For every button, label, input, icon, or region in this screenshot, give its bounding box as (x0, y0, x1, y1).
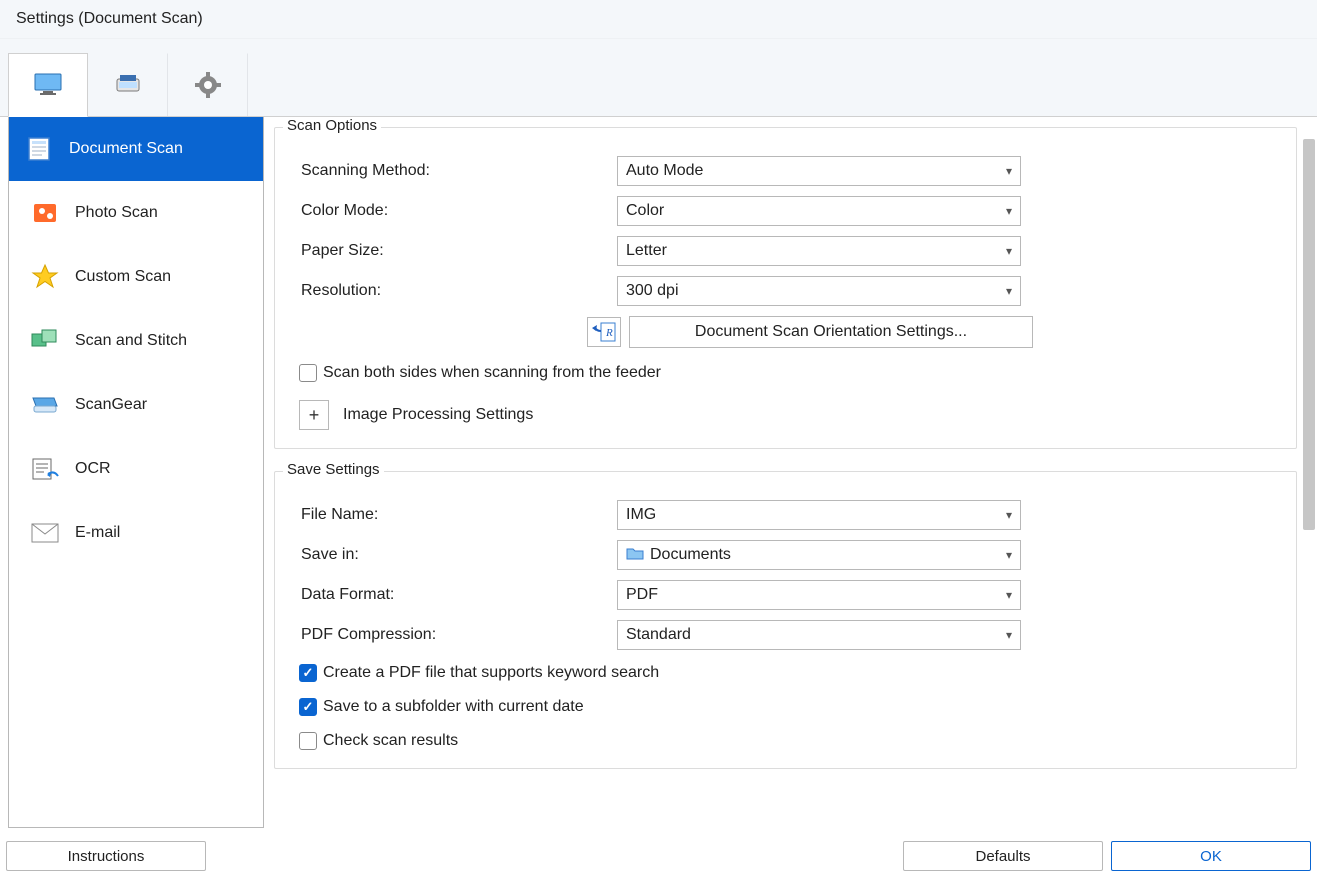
pdf-keyword-checkbox[interactable]: ✓ Create a PDF file that supports keywor… (299, 664, 1274, 682)
chevron-down-icon: ▾ (1006, 164, 1012, 178)
orientation-settings-button[interactable]: Document Scan Orientation Settings... (629, 316, 1033, 348)
scan-stitch-icon (29, 325, 61, 357)
pdf-compression-label: PDF Compression: (297, 626, 617, 644)
file-name-value: IMG (626, 506, 656, 524)
paper-size-value: Letter (626, 242, 667, 260)
chevron-down-icon: ▾ (1006, 204, 1012, 218)
subfolder-label: Save to a subfolder with current date (323, 698, 584, 716)
file-name-label: File Name: (297, 506, 617, 524)
folder-icon (626, 546, 644, 565)
checkbox-checked-icon: ✓ (299, 698, 317, 716)
scan-both-sides-label: Scan both sides when scanning from the f… (323, 364, 661, 382)
sidebar-item-scangear[interactable]: ScanGear (9, 373, 263, 437)
color-mode-value: Color (626, 202, 664, 220)
check-scan-results-checkbox[interactable]: Check scan results (299, 732, 1274, 750)
paper-size-label: Paper Size: (297, 242, 617, 260)
ok-button[interactable]: OK (1111, 841, 1311, 871)
color-mode-label: Color Mode: (297, 202, 617, 220)
pdf-keyword-label: Create a PDF file that supports keyword … (323, 664, 659, 682)
resolution-select[interactable]: 300 dpi ▾ (617, 276, 1021, 306)
image-processing-label: Image Processing Settings (343, 406, 533, 424)
image-processing-expand-button[interactable]: + (299, 400, 329, 430)
ocr-icon (29, 453, 61, 485)
sidebar-item-photo-scan[interactable]: Photo Scan (9, 181, 263, 245)
file-name-select[interactable]: IMG ▾ (617, 500, 1021, 530)
chevron-down-icon: ▾ (1006, 628, 1012, 642)
checkbox-checked-icon: ✓ (299, 664, 317, 682)
sidebar-item-label: Photo Scan (75, 204, 158, 222)
resolution-label: Resolution: (297, 282, 617, 300)
footer: Instructions Defaults OK (0, 832, 1317, 880)
document-scan-icon (23, 133, 55, 165)
scanning-method-value: Auto Mode (626, 162, 703, 180)
defaults-button[interactable]: Defaults (903, 841, 1103, 871)
save-in-select[interactable]: Documents ▾ (617, 540, 1021, 570)
checkbox-unchecked-icon (299, 732, 317, 750)
save-settings-title: Save Settings (283, 461, 384, 478)
pdf-compression-select[interactable]: Standard ▾ (617, 620, 1021, 650)
check-scan-results-label: Check scan results (323, 732, 458, 750)
instructions-button[interactable]: Instructions (6, 841, 206, 871)
sidebar-item-label: OCR (75, 460, 111, 478)
color-mode-select[interactable]: Color ▾ (617, 196, 1021, 226)
top-tabs (0, 39, 1317, 117)
window-title: Settings (Document Scan) (0, 0, 1317, 39)
sidebar-item-scan-stitch[interactable]: Scan and Stitch (9, 309, 263, 373)
chevron-down-icon: ▾ (1006, 588, 1012, 602)
sidebar-item-label: E-mail (75, 524, 120, 542)
chevron-down-icon: ▾ (1006, 244, 1012, 258)
sidebar: Document Scan Photo Scan Custom Scan Sca… (8, 117, 264, 828)
scrollbar-thumb[interactable] (1303, 139, 1315, 530)
scan-options-group: Scan Options Scanning Method: Auto Mode … (274, 127, 1297, 449)
sidebar-item-email[interactable]: E-mail (9, 501, 263, 565)
scanning-method-select[interactable]: Auto Mode ▾ (617, 156, 1021, 186)
scanning-method-label: Scanning Method: (297, 162, 617, 180)
paper-size-select[interactable]: Letter ▾ (617, 236, 1021, 266)
scanner-icon (112, 69, 144, 101)
sidebar-item-label: ScanGear (75, 396, 147, 414)
photo-scan-icon (29, 197, 61, 229)
chevron-down-icon: ▾ (1006, 508, 1012, 522)
subfolder-checkbox[interactable]: ✓ Save to a subfolder with current date (299, 698, 1274, 716)
sidebar-item-label: Document Scan (69, 140, 183, 158)
orientation-icon-button[interactable]: R (587, 317, 621, 347)
chevron-down-icon: ▾ (1006, 548, 1012, 562)
monitor-icon (32, 69, 64, 101)
vertical-scrollbar[interactable] (1301, 117, 1317, 832)
save-settings-group: Save Settings File Name: IMG ▾ Save in: (274, 471, 1297, 769)
data-format-label: Data Format: (297, 586, 617, 604)
data-format-select[interactable]: PDF ▾ (617, 580, 1021, 610)
scangear-icon (29, 389, 61, 421)
scan-options-title: Scan Options (283, 117, 381, 134)
chevron-down-icon: ▾ (1006, 284, 1012, 298)
resolution-value: 300 dpi (626, 282, 679, 300)
pdf-compression-value: Standard (626, 626, 691, 644)
save-in-label: Save in: (297, 546, 617, 564)
custom-scan-icon (29, 261, 61, 293)
top-tab-settings[interactable] (168, 53, 248, 117)
save-in-value: Documents (650, 546, 731, 564)
svg-text:R: R (605, 327, 613, 339)
checkbox-unchecked-icon (299, 364, 317, 382)
top-tab-scanner[interactable] (88, 53, 168, 117)
sidebar-item-custom-scan[interactable]: Custom Scan (9, 245, 263, 309)
top-tab-computer[interactable] (8, 53, 88, 117)
main: Document Scan Photo Scan Custom Scan Sca… (0, 116, 1317, 832)
sidebar-item-label: Scan and Stitch (75, 332, 187, 350)
sidebar-item-label: Custom Scan (75, 268, 171, 286)
sidebar-item-document-scan[interactable]: Document Scan (9, 117, 263, 181)
email-icon (29, 517, 61, 549)
gear-icon (192, 69, 224, 101)
content-pane: Scan Options Scanning Method: Auto Mode … (264, 117, 1301, 832)
scan-both-sides-checkbox[interactable]: Scan both sides when scanning from the f… (299, 364, 1274, 382)
data-format-value: PDF (626, 586, 658, 604)
sidebar-item-ocr[interactable]: OCR (9, 437, 263, 501)
